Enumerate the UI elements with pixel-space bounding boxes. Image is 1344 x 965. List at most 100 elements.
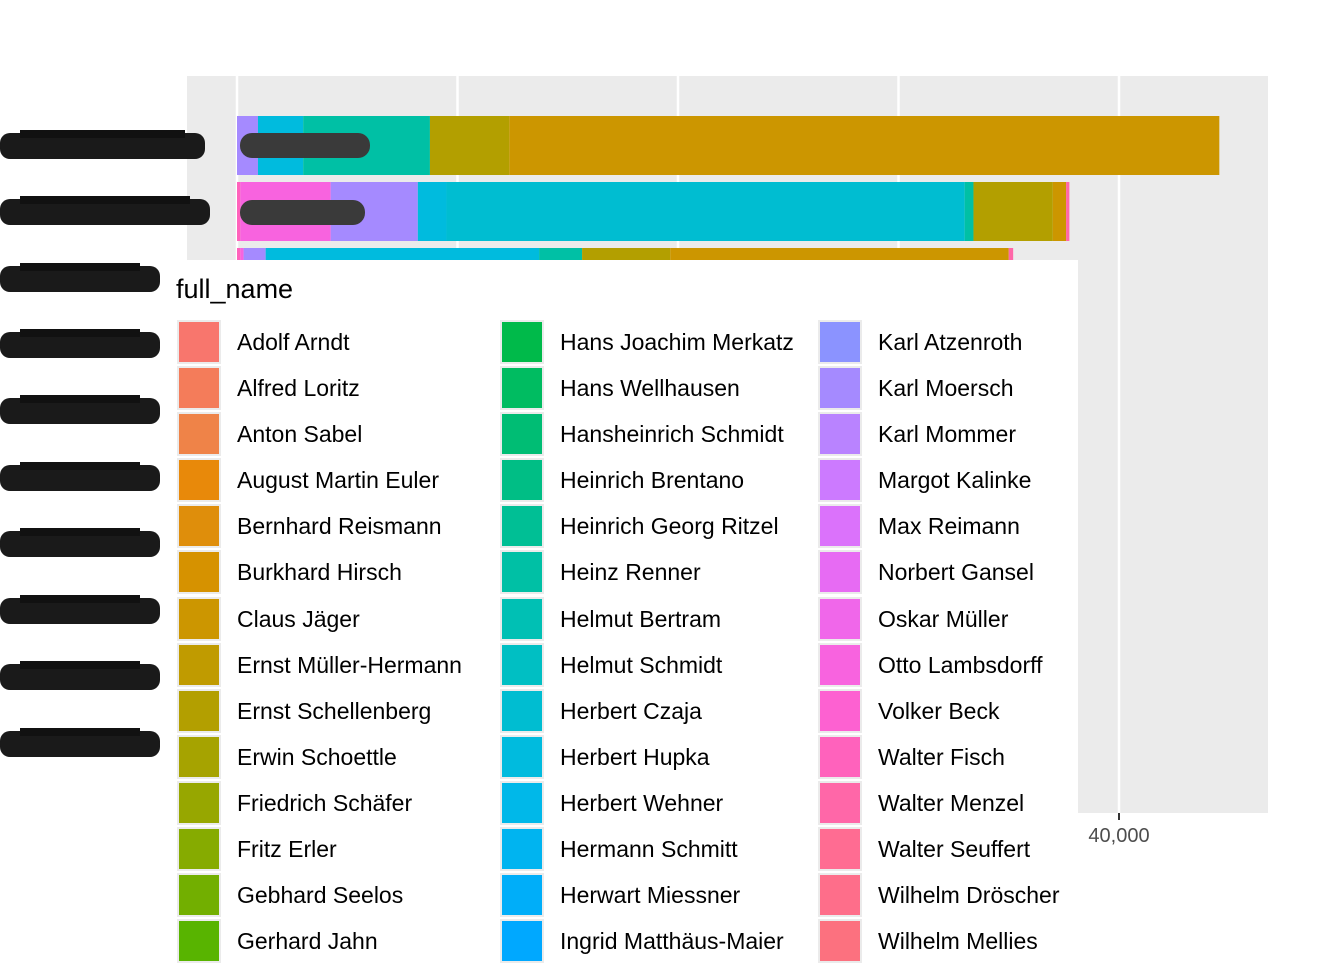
y-label-1 xyxy=(0,196,210,225)
legend-swatch xyxy=(820,552,860,593)
legend-swatch xyxy=(502,414,542,455)
legend-key xyxy=(500,412,544,457)
legend-key xyxy=(500,642,544,687)
legend-key xyxy=(177,919,221,964)
legend-label: Volker Beck xyxy=(878,697,1000,724)
legend-key xyxy=(500,734,544,779)
legend-label: Karl Mommer xyxy=(878,421,1017,448)
bar-1-segment-0 xyxy=(237,182,241,241)
legend-swatch xyxy=(179,414,219,455)
legend-swatch xyxy=(820,460,860,501)
legend-key xyxy=(818,734,862,779)
legend-key xyxy=(177,550,221,595)
legend-label: Walter Seuffert xyxy=(878,836,1031,863)
legend-key xyxy=(818,366,862,411)
legend-label: Hansheinrich Schmidt xyxy=(560,421,784,448)
legend-swatch xyxy=(502,875,542,916)
legend-key xyxy=(177,596,221,641)
legend-label: Ernst Müller-Hermann xyxy=(237,651,462,678)
legend-key xyxy=(500,366,544,411)
legend-swatch xyxy=(179,921,219,962)
legend-swatch xyxy=(502,322,542,362)
legend-key xyxy=(818,642,862,687)
legend-swatch xyxy=(820,506,860,547)
bar-1-segment-3 xyxy=(417,182,447,241)
legend-label: Herwart Miessner xyxy=(560,882,741,909)
legend-key xyxy=(818,458,862,503)
y-label-2 xyxy=(0,263,160,292)
legend-swatch xyxy=(179,690,219,731)
legend-label: Herbert Hupka xyxy=(560,743,710,770)
legend-label: Bernhard Reismann xyxy=(237,513,442,540)
legend-label: Hans Wellhausen xyxy=(560,375,740,402)
legend-swatch xyxy=(502,921,542,962)
legend-label: Helmut Bertram xyxy=(560,605,722,632)
legend-label: Hans Joachim Merkatz xyxy=(560,329,794,355)
legend-label: Claus Jäger xyxy=(237,605,360,632)
legend-swatch xyxy=(502,552,542,593)
bar-1-segment-7 xyxy=(1052,182,1067,241)
legend-key xyxy=(500,320,544,364)
legend-label: Erwin Schoettle xyxy=(237,743,397,770)
legend-key xyxy=(818,827,862,872)
bar-1-segment-6 xyxy=(973,182,1053,241)
legend-swatch xyxy=(820,690,860,731)
legend-label: Wilhelm Dröscher xyxy=(878,882,1060,909)
legend-swatch xyxy=(179,368,219,409)
legend-label: Norbert Gansel xyxy=(878,559,1034,586)
legend-label: Oskar Müller xyxy=(878,605,1009,632)
legend-swatch xyxy=(820,921,860,962)
legend-swatch xyxy=(179,875,219,916)
legend-swatch xyxy=(179,782,219,823)
legend-label: Hermann Schmitt xyxy=(560,836,738,863)
y-label-0 xyxy=(0,130,205,159)
legend-key xyxy=(500,919,544,964)
legend-label: Heinrich Brentano xyxy=(560,467,745,494)
legend-key xyxy=(818,919,862,964)
legend-swatch xyxy=(820,414,860,455)
legend-label: Gebhard Seelos xyxy=(237,882,404,909)
legend-swatch xyxy=(502,598,542,639)
legend-swatch xyxy=(179,598,219,639)
legend-key xyxy=(177,780,221,825)
legend-key xyxy=(500,504,544,549)
legend-key xyxy=(818,504,862,549)
legend-title: full_name xyxy=(176,274,294,304)
legend-label: Gerhard Jahn xyxy=(237,928,378,955)
legend-label: Helmut Schmidt xyxy=(560,651,723,678)
legend-key xyxy=(177,642,221,687)
legend-label: Herbert Wehner xyxy=(560,789,724,816)
bar-1-segment-5 xyxy=(964,182,974,241)
y-label-3 xyxy=(0,329,160,358)
legend-label: Ernst Schellenberg xyxy=(237,697,432,724)
legend-key xyxy=(177,827,221,872)
legend-swatch xyxy=(820,782,860,823)
legend-key xyxy=(177,734,221,779)
legend-key xyxy=(177,412,221,457)
legend-key xyxy=(818,873,862,918)
legend-swatch xyxy=(179,460,219,501)
legend-swatch xyxy=(502,782,542,823)
legend-key xyxy=(818,688,862,733)
legend-label: Adolf Arndt xyxy=(237,329,350,355)
legend-key xyxy=(177,366,221,411)
legend-swatch xyxy=(820,644,860,685)
legend-swatch xyxy=(820,368,860,409)
y-label-6 xyxy=(0,528,160,557)
bar-0-segment-4 xyxy=(509,116,1220,175)
legend-key xyxy=(818,412,862,457)
y-label-8 xyxy=(0,661,160,690)
legend-swatch xyxy=(820,598,860,639)
legend-swatch xyxy=(179,552,219,593)
legend-label: Heinz Renner xyxy=(560,559,701,586)
legend-swatch xyxy=(820,829,860,870)
bar-label-1 xyxy=(240,200,365,225)
y-label-9 xyxy=(0,728,160,757)
legend-key xyxy=(177,504,221,549)
bar-1-segment-8 xyxy=(1066,182,1070,241)
legend-swatch xyxy=(502,829,542,870)
legend-key xyxy=(818,780,862,825)
legend-label: Walter Menzel xyxy=(878,789,1025,816)
legend-key xyxy=(500,458,544,503)
legend-label: Alfred Loritz xyxy=(237,375,360,402)
